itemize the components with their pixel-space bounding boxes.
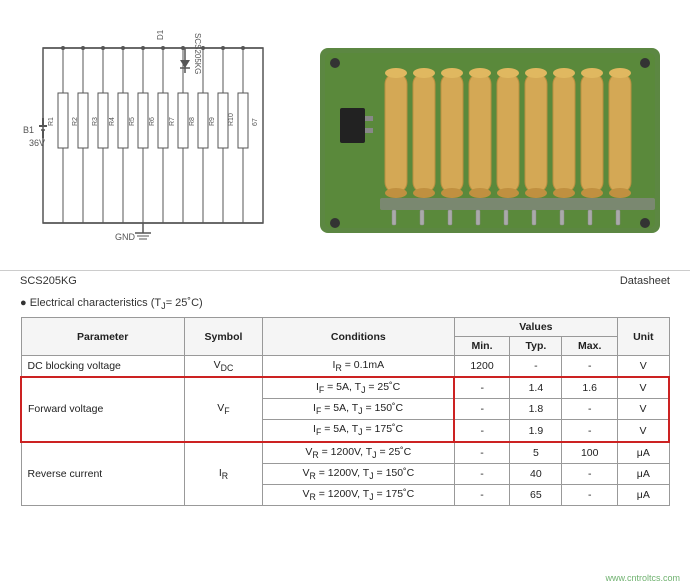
header-values: Values [454,318,618,337]
min-dc: 1200 [454,356,510,378]
header-unit: Unit [618,318,669,356]
cond-fv2: IF = 5A, TJ = 150˚C [263,399,455,420]
r8-label: R8 [189,116,196,125]
header-max: Max. [562,337,618,356]
max-rc1: 100 [562,442,618,464]
min-fv3: - [454,420,510,442]
header-min: Min. [454,337,510,356]
unit-fv2: V [618,399,669,420]
b1-label: B1 [23,125,34,135]
unit-dc: V [618,356,669,378]
max-rc3: - [562,484,618,505]
symbol-rc: IR [184,442,262,506]
table-header-row: Parameter Symbol Conditions Values Unit [21,318,669,337]
table-row: Forward voltage VF IF = 5A, TJ = 25˚C - … [21,377,669,399]
r7-label: R7 [169,116,176,125]
elec-title: Electrical characteristics (TJ= 25˚C) [20,297,670,311]
header-parameter: Parameter [21,318,184,356]
r10-label: R10 [228,113,235,126]
min-rc2: - [454,463,510,484]
max-dc: - [562,356,618,378]
unit-rc2: μA [618,463,669,484]
table-row: DC blocking voltage VDC IR = 0.1mA 1200 … [21,356,669,378]
r67-label: 67 [252,118,259,126]
cond-fv3: IF = 5A, TJ = 175˚C [263,420,455,442]
top-section: B1 36V D1 SCS205KG R1 [0,0,690,270]
param-dc-blocking: DC blocking voltage [21,356,184,378]
param-forward-voltage: Forward voltage [21,377,184,441]
symbol-fv: VF [184,377,262,441]
typ-rc1: 5 [510,442,562,464]
cond-fv1: IF = 5A, TJ = 25˚C [263,377,455,399]
header-conditions: Conditions [263,318,455,356]
cond-rc1: VR = 1200V, TJ = 25˚C [263,442,455,464]
r6-label: R6 [149,116,156,125]
electrical-table: Parameter Symbol Conditions Values Unit … [20,317,670,506]
cond-dc: IR = 0.1mA [263,356,455,378]
r5-label: R5 [129,116,136,125]
param-reverse-current: Reverse current [21,442,184,506]
unit-rc1: μA [618,442,669,464]
r9-label: R9 [209,116,216,125]
min-fv1: - [454,377,510,399]
elec-section: Electrical characteristics (TJ= 25˚C) Pa… [0,291,690,506]
max-fv1: 1.6 [562,377,618,399]
r4-label: R4 [109,116,116,125]
table-row: Reverse current IR VR = 1200V, TJ = 25˚C… [21,442,669,464]
r1-label: R1 [48,116,55,125]
max-fv2: - [562,399,618,420]
typ-rc2: 40 [510,463,562,484]
unit-fv1: V [618,377,669,399]
cond-rc3: VR = 1200V, TJ = 175˚C [263,484,455,505]
typ-fv1: 1.4 [510,377,562,399]
d1-label: D1 [156,29,165,40]
gnd-label: GND [115,232,136,242]
symbol-dc: VDC [184,356,262,378]
pcb-image [305,18,675,258]
cond-rc2: VR = 1200V, TJ = 150˚C [263,463,455,484]
max-fv3: - [562,420,618,442]
min-rc1: - [454,442,510,464]
typ-dc: - [510,356,562,378]
watermark: www.cntroltcs.com [605,573,680,583]
header-symbol: Symbol [184,318,262,356]
part-number-label: SCS205KG [193,33,202,74]
typ-fv3: 1.9 [510,420,562,442]
circuit-diagram: B1 36V D1 SCS205KG R1 [15,18,295,258]
typ-rc3: 65 [510,484,562,505]
unit-fv3: V [618,420,669,442]
typ-fv2: 1.8 [510,399,562,420]
min-fv2: - [454,399,510,420]
info-bar: SCS205KG Datasheet [0,270,690,291]
min-rc3: - [454,484,510,505]
max-rc2: - [562,463,618,484]
datasheet-label: Datasheet [620,275,670,287]
header-typ: Typ. [510,337,562,356]
part-number: SCS205KG [20,275,77,287]
unit-rc3: μA [618,484,669,505]
